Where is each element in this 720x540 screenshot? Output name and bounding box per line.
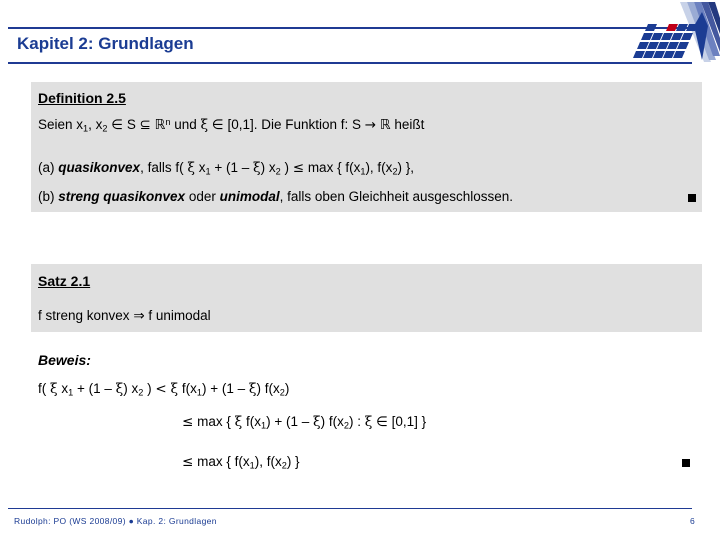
- bw1-plus: + (1 –: [77, 381, 112, 396]
- xi-symbol-a2: ξ: [253, 160, 261, 176]
- interval-text: [0,1]. Die Funktion f: S: [227, 117, 362, 132]
- page-title: Kapitel 2: Grundlagen: [17, 34, 194, 53]
- reals-symbol: ℝ: [154, 117, 166, 133]
- item-a-rest8: ) },: [397, 160, 415, 175]
- definition-intro-text: Seien x: [38, 117, 84, 132]
- item-a-max: max { f(x: [307, 160, 361, 175]
- bw3-close: ) }: [286, 454, 300, 469]
- leq-symbol-a: ≤: [292, 160, 305, 176]
- bw1-pre: f(: [38, 381, 47, 396]
- item-b-term-2: unimodal: [219, 189, 280, 204]
- bw2-fx1: f(x: [245, 414, 261, 429]
- definition-intro-mid: , x: [88, 117, 103, 132]
- footer-rule: [8, 508, 692, 509]
- satz-statement: f streng konvex ⇒ f unimodal: [38, 308, 211, 324]
- bw1-fx1: f(x: [181, 381, 197, 396]
- footer-page-number: 6: [690, 516, 695, 526]
- element-of-symbol: ∈: [111, 117, 124, 133]
- satz-heading: Satz 2.1: [38, 273, 91, 289]
- satz-statement-1: f streng konvex: [38, 308, 130, 323]
- reals-symbol-2: ℝ: [379, 117, 391, 133]
- xi-symbol-b1: ξ: [50, 381, 58, 397]
- item-b-term-1: streng quasikonvex: [58, 189, 186, 204]
- item-a-rest3: + (1 –: [214, 160, 250, 175]
- bw2-colon: ) :: [348, 414, 361, 429]
- bw1-close2: ): [284, 381, 290, 396]
- sub-a2: 2: [275, 166, 281, 177]
- sub-b1: 1: [68, 387, 74, 398]
- item-b-oder: oder: [188, 189, 216, 204]
- beweis-heading: Beweis:: [38, 352, 91, 368]
- leq-symbol-3: ≤: [182, 454, 194, 470]
- definition-heading: Definition 2.5: [38, 90, 126, 106]
- satz-statement-2: f unimodal: [148, 308, 211, 323]
- set-s: S: [126, 117, 136, 132]
- item-a-rest1: , falls f(: [140, 160, 184, 175]
- bw2-fx2: ) f(x: [320, 414, 344, 429]
- item-a-rest4: ) x: [260, 160, 276, 175]
- implies-symbol: ⇒: [133, 308, 145, 324]
- definition-intro: Seien x1, x2 ∈ S ⊆ ℝn und ξ ∈ [0,1]. Die…: [38, 117, 424, 133]
- bw1-close: ): [147, 381, 152, 396]
- bw3-comma: ), f(x: [254, 454, 282, 469]
- less-than-symbol: <: [155, 381, 167, 397]
- xi-symbol-c2: ξ: [313, 414, 321, 430]
- beweis-line-1: f( ξ x1 + (1 – ξ) x2 ) < ξ f(x1) + (1 – …: [38, 381, 289, 397]
- leq-symbol-2: ≤: [182, 414, 194, 430]
- beweis-line-2: ≤ max { ξ f(x1) + (1 – ξ) f(x2) : ξ ∈ [0…: [182, 414, 426, 430]
- footer-text: Rudolph: PO (WS 2008/09) ● Kap. 2: Grund…: [14, 516, 217, 526]
- bw3-max: max { f(x: [197, 454, 250, 469]
- sub-2: 2: [102, 123, 108, 134]
- qed-box-definition: [688, 194, 696, 202]
- heisst-word: heißt: [394, 117, 425, 132]
- qed-box-beweis: [682, 459, 690, 467]
- xi-symbol-a1: ξ: [187, 160, 195, 176]
- bw1-x2: ) x: [123, 381, 139, 396]
- xi-symbol-b3: ξ: [170, 381, 179, 397]
- sub-a1: 1: [205, 166, 211, 177]
- bw2-plus: ) + (1 –: [266, 414, 310, 429]
- bw1-fx2: ) f(x: [256, 381, 280, 396]
- xi-symbol-c3: ξ: [364, 414, 373, 430]
- header-top-rule: [8, 27, 692, 29]
- element-of-symbol-2: ∈: [211, 117, 224, 133]
- item-b-label: (b): [38, 189, 55, 204]
- item-a-term: quasikonvex: [58, 160, 141, 175]
- sup-n: n: [165, 116, 171, 127]
- definition-item-a: (a) quasikonvex, falls f( ξ x1 + (1 – ξ)…: [38, 160, 414, 176]
- bw1-plus2: ) + (1 –: [201, 381, 246, 396]
- element-of-symbol-3: ∈: [376, 414, 388, 430]
- beweis-line-3: ≤ max { f(x1), f(x2) }: [182, 454, 300, 470]
- bw2-interval: [0,1] }: [391, 414, 427, 429]
- subset-symbol: ⊆: [139, 117, 151, 133]
- header-bottom-rule: [8, 62, 692, 64]
- arrow-symbol: →: [364, 117, 377, 133]
- bw2-max: max {: [197, 414, 231, 429]
- university-logo: [616, 2, 720, 74]
- sub-b2: 2: [138, 387, 144, 398]
- definition-item-b: (b) streng quasikonvex oder unimodal, fa…: [38, 189, 513, 205]
- slide-canvas: Kapitel 2: Grundlagen Definition 2.5 Sei…: [0, 0, 720, 540]
- item-b-rest: , falls oben Gleichheit ausgeschlossen.: [279, 189, 514, 204]
- und-word: und: [174, 117, 197, 132]
- item-a-rest5: ): [284, 160, 289, 175]
- xi-symbol: ξ: [200, 117, 209, 133]
- item-a-label: (a): [38, 160, 55, 175]
- item-a-rest7: ), f(x: [365, 160, 393, 175]
- xi-symbol-c1: ξ: [234, 414, 243, 430]
